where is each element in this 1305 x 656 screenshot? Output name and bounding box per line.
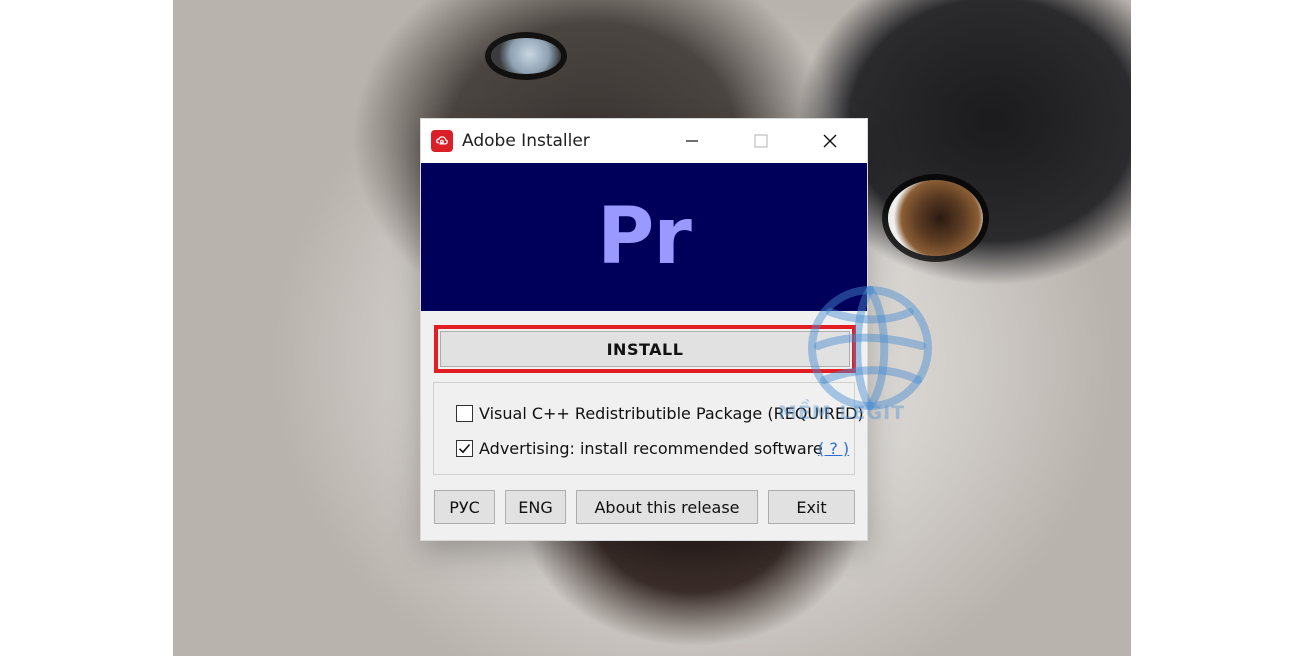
option-advertising[interactable]: Advertising: install recommended softwar… <box>456 439 823 458</box>
close-icon <box>823 134 837 148</box>
english-language-button[interactable]: ENG <box>505 490 566 524</box>
installer-window: Adobe Installer Pr INSTALL Visual C++ Re… <box>421 119 867 540</box>
maximize-button[interactable] <box>738 119 784 163</box>
title-bar: Adobe Installer <box>421 119 867 163</box>
window-title: Adobe Installer <box>462 131 590 151</box>
option-advertising-label: Advertising: install recommended softwar… <box>479 439 823 458</box>
close-button[interactable] <box>807 119 853 163</box>
checkbox-vcpp[interactable] <box>456 405 473 422</box>
adobe-creative-cloud-icon <box>431 130 453 152</box>
about-release-button[interactable]: About this release <box>576 490 758 524</box>
option-vcpp-redistributable[interactable]: Visual C++ Redistributible Package (REQU… <box>456 404 864 423</box>
checkbox-advertising[interactable] <box>456 440 473 457</box>
exit-button[interactable]: Exit <box>768 490 855 524</box>
premiere-pro-logo: Pr <box>597 192 692 282</box>
help-link[interactable]: ( ? ) <box>818 439 849 458</box>
maximize-icon <box>754 134 768 148</box>
product-banner: Pr <box>421 163 867 311</box>
minimize-icon <box>686 140 698 142</box>
option-vcpp-label: Visual C++ Redistributible Package (REQU… <box>479 404 864 423</box>
install-button[interactable]: INSTALL <box>440 331 850 367</box>
button-row: РУС ENG About this release Exit <box>421 490 867 524</box>
russian-language-button[interactable]: РУС <box>434 490 495 524</box>
installer-content: INSTALL Visual C++ Redistributible Packa… <box>421 311 867 540</box>
dog-eye-left <box>491 38 561 74</box>
minimize-button[interactable] <box>669 119 715 163</box>
options-group: Visual C++ Redistributible Package (REQU… <box>433 382 864 475</box>
dog-eye-right <box>888 180 983 256</box>
checkmark-icon <box>458 443 471 454</box>
